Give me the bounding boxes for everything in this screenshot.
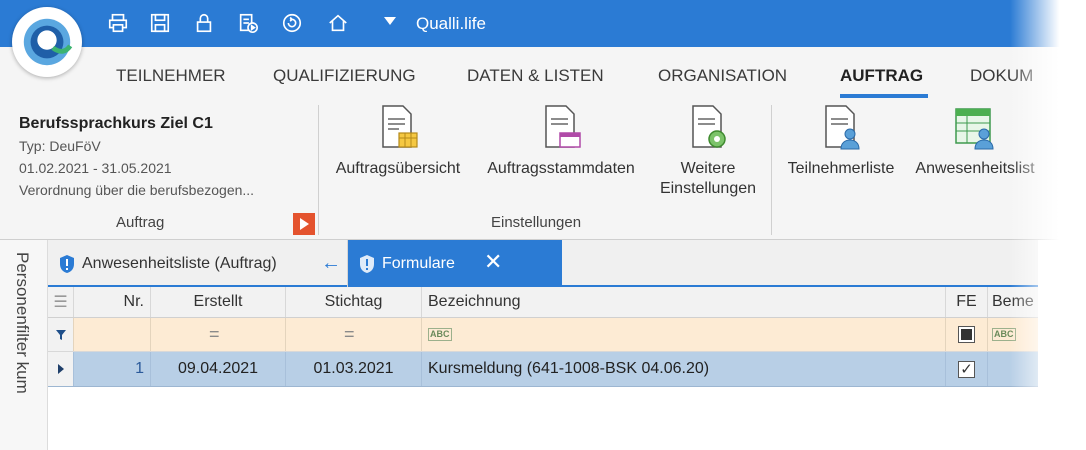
order-type: Typ: DeuFöV <box>19 138 101 154</box>
document-settings-icon <box>692 105 726 148</box>
cell-bezeichnung[interactable]: Kursmeldung (641-1008-BSK 04.06.20) <box>422 352 946 386</box>
tab-dokumente[interactable]: DOKUM <box>970 66 1033 86</box>
ribbon-panel: Berufssprachkurs Ziel C1 Typ: DeuFöV 01.… <box>0 99 1086 240</box>
filter-nr[interactable] <box>74 318 151 351</box>
fe-checkbox[interactable] <box>958 360 975 378</box>
doctab-anwesenheitsliste-label: Anwesenheitsliste (Auftrag) <box>82 254 277 272</box>
teilnehmerliste-button[interactable]: Teilnehmerliste <box>780 103 902 180</box>
close-icon[interactable]: ✕ <box>484 249 502 275</box>
order-period: 01.02.2021 - 31.05.2021 <box>19 160 172 176</box>
save-icon[interactable] <box>146 9 174 37</box>
order-regulation: Verordnung über die berufsbezogen... <box>19 182 255 198</box>
order-title: Berufssprachkurs Ziel C1 <box>19 115 213 132</box>
tab-organisation[interactable]: ORGANISATION <box>658 66 787 86</box>
auftragsstammdaten-label: Auftragsstammdaten <box>487 160 635 177</box>
title-bar: Qualli.life <box>0 0 1086 47</box>
anwesenheitsliste-button[interactable]: Anwesenheitslist <box>910 103 1040 180</box>
teilnehmerliste-label: Teilnehmerliste <box>787 160 895 177</box>
window-title: Qualli.life <box>416 14 486 33</box>
auftragsstammdaten-button[interactable]: Auftragsstammdaten <box>478 103 644 180</box>
auftragsuebersicht-label: Auftragsübersicht <box>335 160 461 177</box>
app-window: { "app": { "title": "Qualli.life", "bran… <box>0 0 1086 450</box>
participant-list-icon <box>825 105 860 150</box>
col-header-bemerkung[interactable]: Beme <box>988 287 1038 317</box>
col-header-erstellt[interactable]: Erstellt <box>151 287 286 317</box>
group-separator <box>318 105 319 235</box>
col-header-stichtag[interactable]: Stichtag <box>286 287 422 317</box>
tab-auftrag[interactable]: AUFTRAG <box>840 66 923 86</box>
col-header-fe[interactable]: FE <box>946 287 988 317</box>
group-launcher-button[interactable] <box>293 213 315 235</box>
col-header-nr[interactable]: Nr. <box>74 287 151 317</box>
filter-bezeichnung[interactable]: ABC <box>422 318 946 351</box>
grid-header-row: ☰ Nr. Erstellt Stichtag Bezeichnung FE B… <box>48 287 1038 318</box>
document-table-icon <box>382 105 418 148</box>
filter-stichtag-operator: = <box>344 324 355 344</box>
cell-bemerkung[interactable] <box>988 352 1038 386</box>
refresh-icon[interactable] <box>278 9 306 37</box>
lock-icon[interactable] <box>190 9 218 37</box>
filter-fe[interactable] <box>946 318 988 351</box>
app-logo[interactable] <box>12 7 82 77</box>
anwesenheitsliste-label: Anwesenheitslist <box>915 160 1035 177</box>
group-label-auftrag: Auftrag <box>116 214 165 231</box>
cell-nr[interactable]: 1 <box>74 352 151 386</box>
table-row[interactable]: 1 09.04.2021 01.03.2021 Kursmeldung (641… <box>48 352 1038 387</box>
filter-erstellt[interactable]: = <box>151 318 286 351</box>
chevron-down-icon[interactable] <box>384 17 396 25</box>
group-label-einstellungen: Einstellungen <box>491 214 582 231</box>
doctab-formulare[interactable]: Formulare <box>348 240 562 287</box>
doctab-formulare-label: Formulare <box>382 254 455 272</box>
group-separator <box>771 105 772 235</box>
back-arrow-icon[interactable]: ← <box>321 252 341 275</box>
col-header-bezeichnung[interactable]: Bezeichnung <box>422 287 946 317</box>
doctab-anwesenheitsliste[interactable]: Anwesenheitsliste (Auftrag) <box>48 240 348 287</box>
filter-stichtag[interactable]: = <box>286 318 422 351</box>
document-tab-bar: Anwesenheitsliste (Auftrag) Formulare <box>48 240 1038 287</box>
shield-icon <box>60 254 74 273</box>
tab-daten-listen[interactable]: DATEN & LISTEN <box>467 66 604 86</box>
report-play-icon[interactable] <box>234 9 262 37</box>
column-chooser-icon[interactable]: ☰ <box>48 287 74 317</box>
weitere-einstellungen-button[interactable]: Weitere Einstellungen <box>654 103 762 200</box>
auftragsuebersicht-button[interactable]: Auftragsübersicht <box>328 103 468 180</box>
weitere-label-line1: Weitere <box>680 160 736 177</box>
logo-icon <box>23 18 73 66</box>
filter-erstellt-operator: = <box>209 324 220 344</box>
active-tab-indicator <box>840 94 928 98</box>
shield-icon <box>360 254 374 273</box>
row-indicator-icon <box>48 352 74 386</box>
text-filter-icon: ABC <box>992 328 1016 341</box>
cell-erstellt[interactable]: 09.04.2021 <box>151 352 286 386</box>
side-filter-label[interactable]: Personenfilter kum <box>12 252 32 394</box>
filter-bemerkung[interactable]: ABC <box>988 318 1038 351</box>
filter-fe-checkbox[interactable] <box>958 326 975 343</box>
print-icon[interactable] <box>104 9 132 37</box>
document-form-icon <box>545 105 581 148</box>
attendance-list-icon <box>955 108 994 150</box>
filter-funnel-icon <box>48 318 74 351</box>
tab-qualifizierung[interactable]: QUALIFIZIERUNG <box>273 66 416 86</box>
cell-stichtag[interactable]: 01.03.2021 <box>286 352 422 386</box>
grid-filter-row: = = ABC ABC <box>48 318 1038 352</box>
cell-fe[interactable] <box>946 352 988 386</box>
tab-teilnehmer[interactable]: TEILNEHMER <box>116 66 226 86</box>
text-filter-icon: ABC <box>428 328 452 341</box>
home-icon[interactable] <box>324 9 352 37</box>
weitere-label-line2: Einstellungen <box>659 180 757 197</box>
ribbon-tab-bar: TEILNEHMER QUALIFIZIERUNG DATEN & LISTEN… <box>0 47 1086 99</box>
